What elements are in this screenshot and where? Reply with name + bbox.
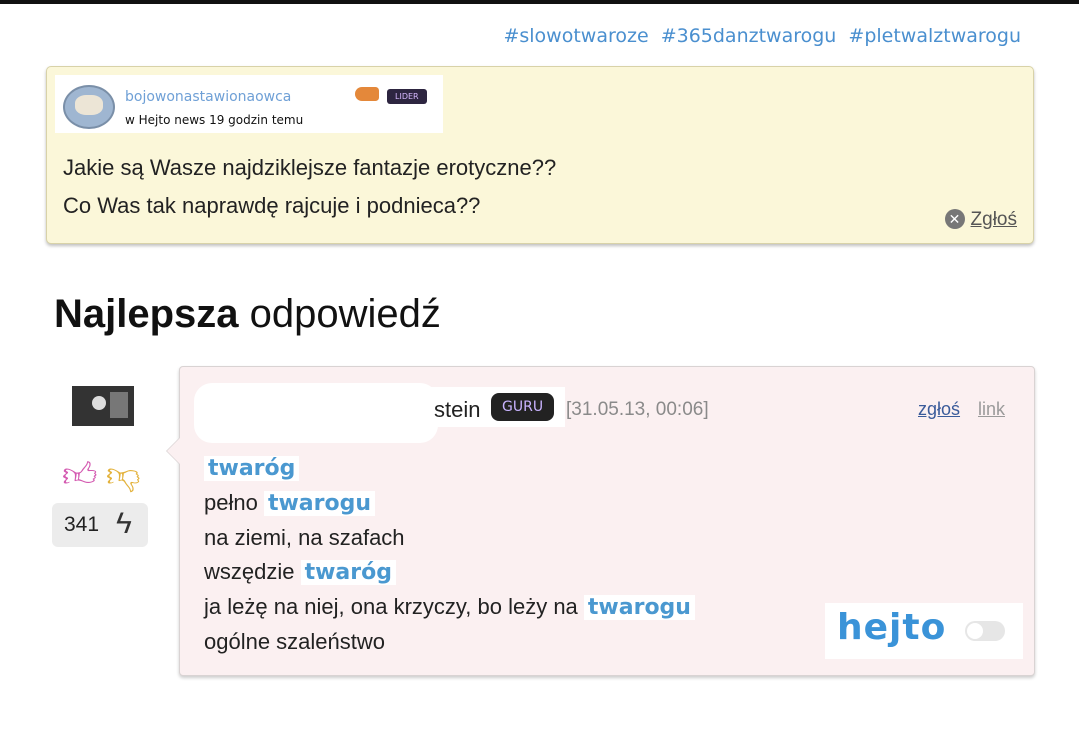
highlighted-word: twaróg: [204, 456, 300, 481]
answer-line: pełno twarogu: [204, 486, 695, 521]
answer-line: na ziemi, na szafach: [204, 525, 405, 550]
thumbs-up-icon[interactable]: 👍︎: [62, 456, 98, 494]
hashtag-link[interactable]: #slowotwaroze: [503, 25, 648, 47]
answer-card: stein GURU [31.05.13, 00:06] zgłoś link …: [166, 366, 1035, 676]
answer-text: twaróg pełno twarogu na ziemi, na szafac…: [204, 451, 695, 659]
report-link[interactable]: zgłoś: [918, 399, 960, 420]
highlighted-word: twarogu: [583, 595, 695, 620]
redacted-name-mask: [194, 383, 438, 443]
heading-rest: odpowiedź: [238, 292, 441, 336]
answer-avatar[interactable]: [72, 386, 134, 426]
answer-date: [31.05.13, 00:06]: [566, 399, 709, 420]
close-icon: ✕: [944, 209, 965, 229]
lightning-icon: ϟ: [116, 507, 132, 540]
question-header: bojowonastawionaowca LIDER w Hejto news …: [55, 75, 443, 133]
speech-arrow: [166, 437, 180, 465]
question-card: bojowonastawionaowca LIDER w Hejto news …: [46, 66, 1034, 244]
question-line: Jakie są Wasze najdziklejsze fantazje er…: [63, 155, 557, 180]
heading-bold: Najlepsza: [54, 292, 239, 336]
pointing-hand-icon: [355, 87, 379, 101]
theme-toggle[interactable]: [965, 621, 1005, 641]
top-border: [0, 0, 1079, 4]
hashtag-bar: #slowotwaroze #365danztwarogu #pletwalzt…: [497, 25, 1021, 47]
hejto-logo: hejto: [837, 607, 947, 648]
answer-line: ja leżę na niej, ona krzyczy, bo leży na…: [204, 590, 695, 625]
rank-badge: GURU: [491, 393, 555, 421]
answer-line: ogólne szaleństwo: [204, 629, 386, 654]
answer-line: wszędzie twaróg: [204, 555, 695, 590]
report-label: Zgłoś: [970, 209, 1017, 230]
answer-line: twaróg: [204, 451, 695, 486]
avatar[interactable]: [63, 85, 115, 129]
author-name[interactable]: bojowonastawionaowca: [125, 89, 291, 105]
question-line: Co Was tak naprawdę rajcuje i podnieca??: [63, 193, 481, 218]
question-text: Jakie są Wasze najdziklejsze fantazje er…: [63, 149, 556, 225]
permalink[interactable]: link: [978, 399, 1005, 420]
report-button[interactable]: ✕ Zgłoś: [944, 209, 1017, 231]
answer-author-name[interactable]: stein: [434, 397, 480, 423]
hashtag-link[interactable]: #pletwalztwarogu: [848, 25, 1021, 47]
vote-score: 341 ϟ: [52, 503, 148, 547]
rank-badge: LIDER: [387, 89, 427, 104]
best-answer-heading: Najlepsza odpowiedź: [54, 292, 441, 337]
thumbs-down-icon[interactable]: 👎︎: [106, 456, 141, 494]
post-meta: w Hejto news 19 godzin temu: [125, 113, 304, 127]
highlighted-word: twarogu: [263, 491, 376, 516]
highlighted-word: twaróg: [300, 560, 396, 585]
hejto-watermark: hejto: [825, 603, 1023, 659]
score-value: 341: [64, 513, 100, 536]
hashtag-link[interactable]: #365danztwarogu: [661, 25, 837, 47]
